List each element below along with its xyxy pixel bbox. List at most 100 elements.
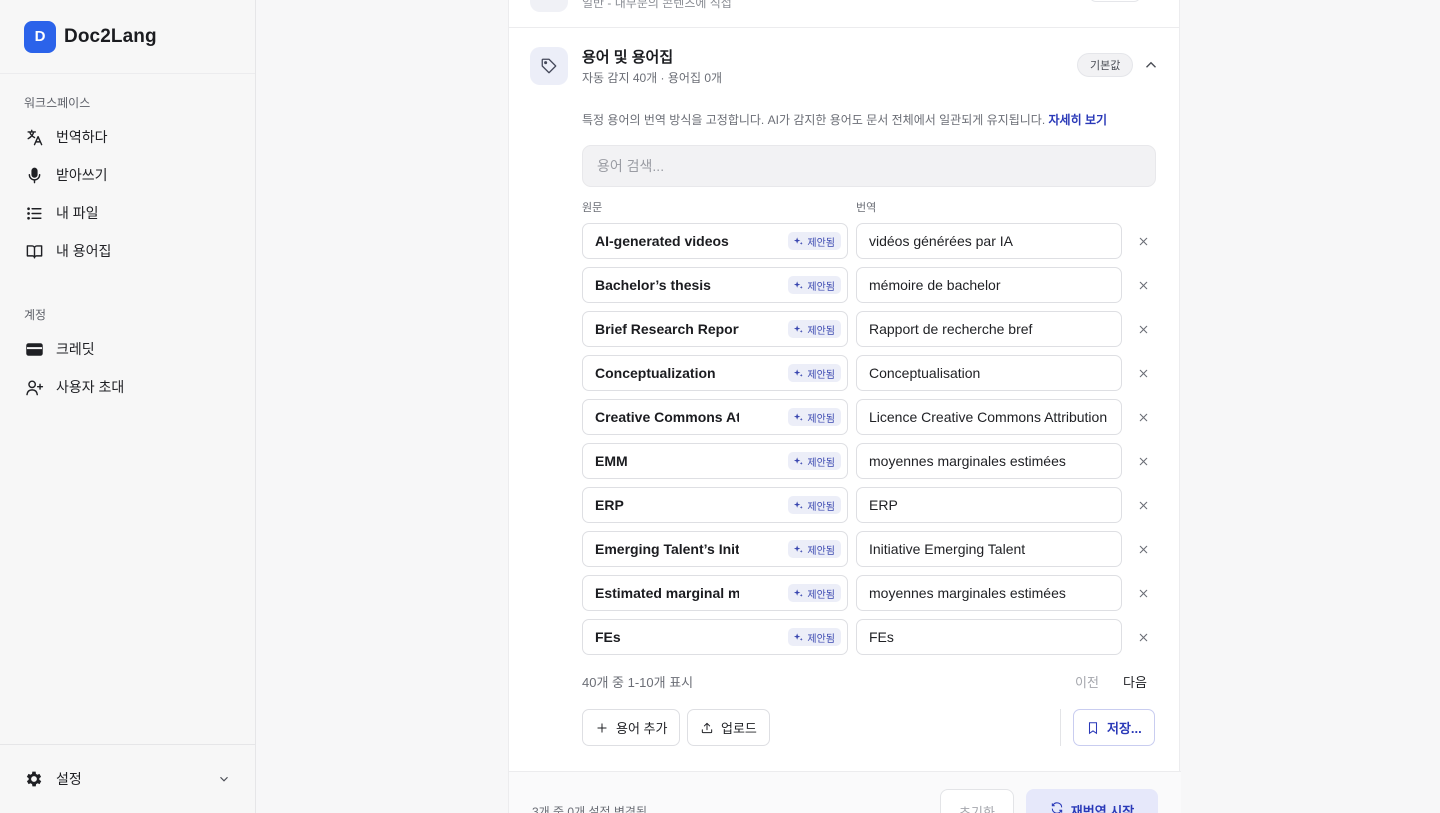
gear-icon xyxy=(24,769,44,789)
sidebar-item-label: 받아쓰기 xyxy=(56,167,108,183)
sparkle-icon xyxy=(794,632,804,641)
sidebar-item-translate[interactable]: 번역하다 xyxy=(0,118,255,156)
source-term-field[interactable]: AI-generated videos 제안됨 xyxy=(582,223,848,259)
suggested-badge: 제안됨 xyxy=(788,364,841,382)
divider xyxy=(1060,709,1061,746)
suggested-label: 제안됨 xyxy=(807,545,835,557)
pagination-info: 40개 중 1-10개 표시 xyxy=(582,675,694,690)
brand[interactable]: D Doc2Lang xyxy=(0,0,255,74)
close-icon xyxy=(1139,325,1147,333)
term-row: ERP 제안됨 xyxy=(582,487,1162,523)
sidebar-item-label: 번역하다 xyxy=(56,129,108,145)
settings-panel: 일반 - 내부문의 콘텐츠에 직접 용어 및 용어집 자동 감지 40개 · 용… xyxy=(508,0,1181,813)
previous-section[interactable]: 일반 - 내부문의 콘텐츠에 직접 xyxy=(509,0,1179,28)
source-term-field[interactable]: Bachelor’s thesis 제안됨 xyxy=(582,267,848,303)
translate-icon xyxy=(24,127,44,147)
source-term-field[interactable]: Creative Commons Attribution 제안됨 xyxy=(582,399,848,435)
source-term: Creative Commons Attribution xyxy=(595,409,739,425)
target-term-input[interactable] xyxy=(856,267,1122,303)
sidebar-item-my-glossary[interactable]: 내 용어집 xyxy=(0,232,255,270)
remove-term-button[interactable] xyxy=(1134,496,1152,514)
remove-term-button[interactable] xyxy=(1134,628,1152,646)
source-term: Emerging Talent’s Initiative xyxy=(595,541,739,557)
upload-button[interactable]: 업로드 xyxy=(687,709,770,746)
source-term: Brief Research Report xyxy=(595,321,739,337)
target-term-input[interactable] xyxy=(856,399,1122,435)
remove-term-button[interactable] xyxy=(1134,452,1152,470)
remove-term-button[interactable] xyxy=(1134,276,1152,294)
glossary-section-header[interactable]: 용어 및 용어집 자동 감지 40개 · 용어집 0개 기본값 xyxy=(509,28,1181,104)
sparkle-icon xyxy=(794,280,804,289)
suggested-badge: 제안됨 xyxy=(788,584,841,602)
source-term: Bachelor’s thesis xyxy=(595,277,711,293)
add-term-button[interactable]: 용어 추가 xyxy=(582,709,681,746)
changes-status: 3개 중 0개 설정 변경됨 xyxy=(532,805,648,813)
target-term-input[interactable] xyxy=(856,355,1122,391)
plus-icon xyxy=(597,722,607,733)
section-title: 용어 및 용어집 xyxy=(582,49,674,66)
target-term-input[interactable] xyxy=(856,575,1122,611)
suggested-badge: 제안됨 xyxy=(788,628,841,646)
add-term-label: 용어 추가 xyxy=(616,721,668,736)
upload-icon xyxy=(701,722,713,733)
sparkle-icon xyxy=(794,324,804,333)
sidebar-item-credits[interactable]: 크레딧 xyxy=(0,330,255,368)
learn-more-link[interactable]: 자세히 보기 xyxy=(1049,113,1108,127)
source-term-field[interactable]: Brief Research Report 제안됨 xyxy=(582,311,848,347)
panel-footer: 3개 중 0개 설정 변경됨 초기화 재번역 시작 xyxy=(509,771,1181,813)
term-row: Emerging Talent’s Initiative 제안됨 xyxy=(582,531,1162,567)
close-icon xyxy=(1139,633,1147,641)
suggested-badge: 제안됨 xyxy=(788,496,841,514)
target-term-input[interactable] xyxy=(856,619,1122,655)
source-term-field[interactable]: Estimated marginal means 제안됨 xyxy=(582,575,848,611)
suggested-badge: 제안됨 xyxy=(788,540,841,558)
suggested-label: 제안됨 xyxy=(807,325,835,337)
target-term-input[interactable] xyxy=(856,443,1122,479)
source-term-field[interactable]: Emerging Talent’s Initiative 제안됨 xyxy=(582,531,848,567)
target-term-input[interactable] xyxy=(856,487,1122,523)
sparkle-icon xyxy=(794,500,804,509)
app-logo: D xyxy=(24,20,56,53)
settings-label: 설정 xyxy=(56,771,82,787)
source-column-header: 원문 xyxy=(582,202,603,214)
source-term: EMM xyxy=(595,453,628,469)
user-plus-icon xyxy=(24,377,44,397)
target-term-input[interactable] xyxy=(856,311,1122,347)
term-row: Estimated marginal means 제안됨 xyxy=(582,575,1162,611)
chevron-up-icon[interactable] xyxy=(1142,56,1160,74)
target-column-header: 번역 xyxy=(856,202,877,214)
tag-icon xyxy=(530,47,568,85)
source-term-field[interactable]: ERP 제안됨 xyxy=(582,487,848,523)
sidebar-item-my-files[interactable]: 내 파일 xyxy=(0,194,255,232)
reset-button[interactable]: 초기화 xyxy=(940,789,1014,813)
credit-card-icon xyxy=(24,339,44,359)
sparkle-icon xyxy=(794,412,804,421)
target-term-input[interactable] xyxy=(856,223,1122,259)
settings-menu[interactable]: 설정 xyxy=(0,744,255,813)
pagination-prev-button[interactable]: 이전 xyxy=(1075,672,1099,691)
save-glossary-button[interactable]: 저장... xyxy=(1073,709,1155,746)
suggested-badge: 제안됨 xyxy=(788,320,841,338)
sidebar-item-invite-user[interactable]: 사용자 초대 xyxy=(0,368,255,406)
previous-section-badge xyxy=(1089,0,1141,2)
term-row: AI-generated videos 제안됨 xyxy=(582,223,1162,259)
suggested-label: 제안됨 xyxy=(807,633,835,645)
sparkle-icon xyxy=(794,236,804,245)
remove-term-button[interactable] xyxy=(1134,364,1152,382)
target-term-input[interactable] xyxy=(856,531,1122,567)
remove-term-button[interactable] xyxy=(1134,232,1152,250)
remove-term-button[interactable] xyxy=(1134,540,1152,558)
remove-term-button[interactable] xyxy=(1134,584,1152,602)
close-icon xyxy=(1139,413,1147,421)
source-term-field[interactable]: EMM 제안됨 xyxy=(582,443,848,479)
source-term-field[interactable]: FEs 제안됨 xyxy=(582,619,848,655)
remove-term-button[interactable] xyxy=(1134,320,1152,338)
source-term-field[interactable]: Conceptualization 제안됨 xyxy=(582,355,848,391)
close-icon xyxy=(1139,281,1147,289)
remove-term-button[interactable] xyxy=(1134,408,1152,426)
term-search-input[interactable] xyxy=(582,145,1156,187)
pagination-next-button[interactable]: 다음 xyxy=(1123,672,1147,691)
sidebar-item-transcribe[interactable]: 받아쓰기 xyxy=(0,156,255,194)
source-term: FEs xyxy=(595,629,621,645)
start-retranslate-button[interactable]: 재번역 시작 xyxy=(1026,789,1158,813)
